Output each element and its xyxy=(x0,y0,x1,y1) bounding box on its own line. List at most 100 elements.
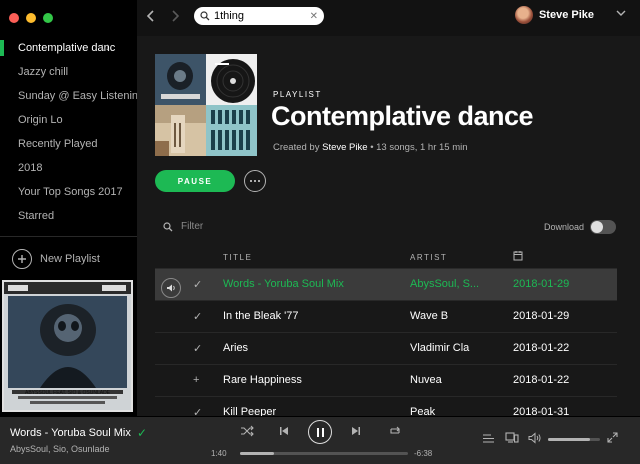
saved-check-icon[interactable]: ✓ xyxy=(193,310,202,323)
devices-icon[interactable] xyxy=(505,432,519,444)
track-artist[interactable]: Vladimir Cla xyxy=(410,342,480,354)
track-date-added: 2018-01-22 xyxy=(513,374,570,386)
speaker-icon[interactable] xyxy=(161,278,181,298)
column-header-artist[interactable]: ARTIST xyxy=(410,253,447,262)
page-title: Contemplative dance xyxy=(271,101,534,131)
download-control: Download xyxy=(544,220,616,234)
volume-slider-fill xyxy=(548,438,590,441)
table-row[interactable]: ✓ In the Bleak '77 Wave B 2018-01-29 xyxy=(155,301,617,333)
now-playing-title[interactable]: Words - Yoruba Soul Mix xyxy=(10,427,131,439)
playlist-view: PLAYLIST Contemplative dance Created by … xyxy=(137,36,640,416)
search-box[interactable]: ✕ xyxy=(194,7,324,25)
cover-tile-2 xyxy=(206,54,257,105)
playlist-owner-link[interactable]: Steve Pike xyxy=(322,142,367,153)
cover-tile-1 xyxy=(155,54,206,105)
minimize-window-button[interactable] xyxy=(26,13,36,23)
sidebar-item-label: Jazzy chill xyxy=(18,66,69,78)
track-artist[interactable]: Wave B xyxy=(410,310,480,322)
fullscreen-icon[interactable] xyxy=(607,432,618,443)
sidebar-divider xyxy=(0,236,137,237)
chevron-right-icon[interactable] xyxy=(169,8,185,24)
table-row[interactable]: ✓ Kill Peeper Peak 2018-01-31 xyxy=(155,397,617,416)
sidebar-item-label: Recently Played xyxy=(18,138,98,150)
sidebar-item-sunday-easy[interactable]: Sunday @ Easy Listenin xyxy=(0,86,137,110)
next-icon[interactable] xyxy=(350,425,362,437)
sidebar: Contemplative danc ↓↓ Jazzy chill Sunday… xyxy=(0,0,137,416)
playlist-type-label: PLAYLIST xyxy=(273,90,322,99)
track-title: Words - Yoruba Soul Mix xyxy=(223,278,344,290)
saved-check-icon[interactable]: ✓ xyxy=(193,406,202,416)
user-name: Steve Pike xyxy=(538,9,594,21)
search-icon xyxy=(163,221,173,232)
clear-search-icon[interactable]: ✕ xyxy=(310,11,318,22)
track-table-header: TITLE ARTIST xyxy=(155,249,617,269)
pause-button[interactable] xyxy=(308,420,332,444)
track-artist[interactable]: AbysSoul, S... xyxy=(410,278,480,290)
close-window-button[interactable] xyxy=(9,13,19,23)
user-menu[interactable]: Steve Pike xyxy=(514,6,594,24)
zoom-window-button[interactable] xyxy=(43,13,53,23)
chevron-left-icon[interactable] xyxy=(145,8,161,24)
sidebar-item-origin-lo[interactable]: Origin Lo xyxy=(0,110,137,134)
calendar-icon[interactable] xyxy=(513,250,523,261)
sidebar-item-recently-played[interactable]: Recently Played xyxy=(0,134,137,158)
new-playlist-button[interactable]: New Playlist xyxy=(12,248,100,270)
table-row[interactable]: ✓ Aries Vladimir Cla 2018-01-22 xyxy=(155,333,617,365)
saved-check-icon[interactable]: ✓ xyxy=(193,278,202,291)
new-playlist-label: New Playlist xyxy=(40,253,100,265)
download-label: Download xyxy=(543,222,584,232)
cover-art-text: ABYSSOUL FEAT. SIO & OSUNLADE xyxy=(24,390,111,396)
sidebar-item-label: Your Top Songs 2017 xyxy=(18,186,123,198)
window-controls xyxy=(9,13,53,23)
saved-check-icon[interactable]: ✓ xyxy=(137,426,147,440)
track-artist[interactable]: Nuvea xyxy=(410,374,480,386)
repeat-icon[interactable] xyxy=(388,425,402,437)
elapsed-time: 1:40 xyxy=(211,449,227,458)
download-toggle[interactable] xyxy=(590,220,616,234)
track-title: Kill Peeper xyxy=(223,406,277,416)
volume-slider[interactable] xyxy=(548,438,600,441)
track-title: Rare Happiness xyxy=(223,374,302,386)
avatar xyxy=(514,6,533,24)
playback-progress-bar[interactable] xyxy=(240,452,408,455)
meta-prefix: Created by xyxy=(273,142,320,153)
filter-box[interactable] xyxy=(163,221,261,232)
playlist-cover-art xyxy=(155,54,257,156)
column-header-title[interactable]: TITLE xyxy=(223,253,252,262)
now-playing-artist[interactable]: AbysSoul, Sio, Osunlade xyxy=(10,444,110,454)
volume-icon[interactable] xyxy=(528,432,542,444)
saved-check-icon[interactable]: ✓ xyxy=(193,342,202,355)
track-date-added: 2018-01-31 xyxy=(513,406,570,416)
track-date-added: 2018-01-29 xyxy=(513,310,570,322)
sidebar-item-label: Starred xyxy=(18,210,55,222)
cover-tile-4 xyxy=(206,105,257,156)
more-options-button[interactable] xyxy=(244,170,266,192)
plus-icon xyxy=(12,249,32,269)
previous-icon[interactable] xyxy=(278,425,290,437)
remaining-time: -6:38 xyxy=(414,449,433,458)
add-icon[interactable]: + xyxy=(193,374,199,386)
sidebar-item-2018[interactable]: 2018 xyxy=(0,158,137,182)
track-title: Aries xyxy=(223,342,249,354)
more-dot xyxy=(250,180,252,182)
shuffle-icon[interactable] xyxy=(240,425,254,437)
sidebar-item-starred[interactable]: Starred xyxy=(0,206,137,230)
playback-progress-fill xyxy=(240,452,274,455)
search-input[interactable] xyxy=(214,10,306,22)
chevron-down-icon[interactable] xyxy=(616,9,626,17)
sidebar-item-jazzy-chill[interactable]: Jazzy chill xyxy=(0,62,137,86)
filter-input[interactable] xyxy=(181,221,261,232)
table-row[interactable]: + Rare Happiness Nuvea 2018-01-22 xyxy=(155,365,617,397)
player-bar: Words - Yoruba Soul Mix ✓ AbysSoul, Sio,… xyxy=(0,416,640,464)
track-date-added: 2018-01-22 xyxy=(513,342,570,354)
now-playing-cover-art[interactable]: ABYSSOUL FEAT. SIO & OSUNLADE xyxy=(2,280,133,412)
sidebar-item-contemplative-dance[interactable]: Contemplative danc ↓↓ xyxy=(0,38,137,62)
track-artist[interactable]: Peak xyxy=(410,406,480,416)
sidebar-playlist-list: Contemplative danc ↓↓ Jazzy chill Sunday… xyxy=(0,38,137,230)
pause-button[interactable]: PAUSE xyxy=(155,170,235,192)
table-row[interactable]: ✓ Words - Yoruba Soul Mix AbysSoul, S...… xyxy=(155,269,617,301)
cover-tile-3 xyxy=(155,105,206,156)
playlist-meta: Created by Steve Pike • 13 songs, 1 hr 1… xyxy=(273,142,468,153)
sidebar-item-top-songs[interactable]: Your Top Songs 2017 xyxy=(0,182,137,206)
queue-icon[interactable] xyxy=(482,433,495,444)
